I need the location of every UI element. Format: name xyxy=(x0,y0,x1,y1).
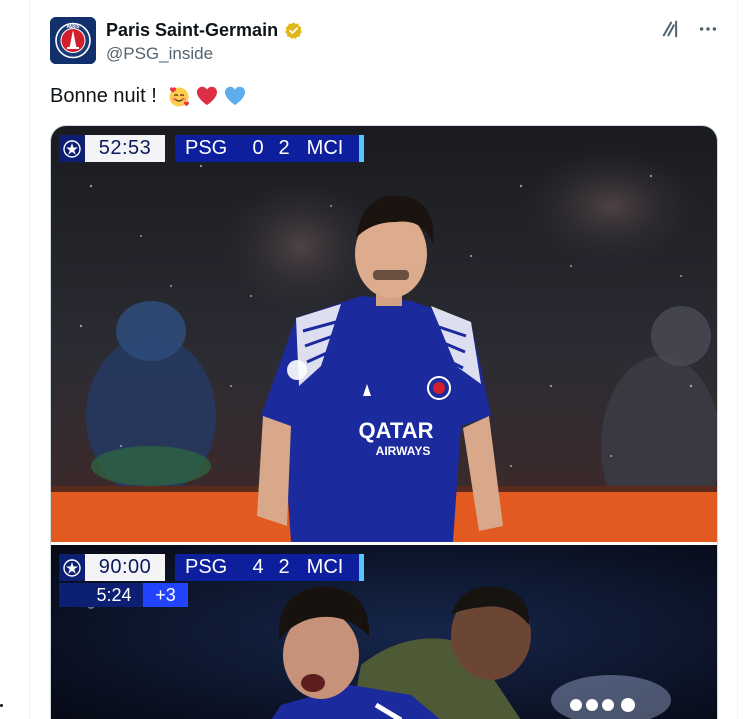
added-time: +3 xyxy=(143,583,188,607)
player-photo-scene: QATAR AIRWAYS xyxy=(51,126,717,542)
champions-league-icon xyxy=(59,554,85,581)
display-name[interactable]: Paris Saint-Germain xyxy=(106,20,278,41)
smiling-face-with-hearts-icon xyxy=(169,87,189,107)
avatar[interactable]: PARIS xyxy=(50,17,96,64)
away-team: MCI xyxy=(306,137,344,159)
stoppage-elapsed: 5:24 xyxy=(85,583,143,607)
timeline-right-border xyxy=(737,0,738,719)
author-block: Paris Saint-Germain @PSG_inside xyxy=(106,19,303,64)
edge-dot xyxy=(0,704,3,707)
blue-heart-icon xyxy=(224,86,245,105)
score-bug-1: 52:53 PSG 0 2 MCI xyxy=(59,135,364,162)
away-score: 2 xyxy=(278,137,290,159)
tweet-actions xyxy=(661,18,719,40)
jersey-sponsor: QATAR xyxy=(359,418,434,443)
score-bug-2: 90:00 PSG 4 2 MCI xyxy=(59,554,364,581)
away-score: 2 xyxy=(278,556,290,578)
avatar-label: PARIS xyxy=(66,24,79,29)
grok-icon[interactable] xyxy=(661,18,683,40)
jersey-sponsor-sub: AIRWAYS xyxy=(376,444,431,458)
away-team: MCI xyxy=(306,556,344,578)
match-photo-2[interactable]: 90:00 PSG 4 2 MCI 5:24 +3 xyxy=(51,545,717,719)
scoreline: PSG 0 2 MCI xyxy=(175,135,359,162)
home-team: PSG xyxy=(185,556,228,578)
tweet-text-content: Bonne nuit ! xyxy=(50,84,157,107)
home-score: 0 xyxy=(252,137,264,159)
verified-badge-icon[interactable] xyxy=(284,21,303,40)
handle[interactable]: @PSG_inside xyxy=(106,44,303,64)
media-container: QATAR AIRWAYS 52:53 PSG 0 2 MCI 90:00 PS… xyxy=(50,125,718,719)
match-photo-1[interactable]: QATAR AIRWAYS 52:53 PSG 0 2 MCI xyxy=(51,126,717,542)
match-clock: 52:53 xyxy=(85,135,165,162)
stoppage-time-bar: 5:24 +3 xyxy=(59,583,188,607)
match-clock: 90:00 xyxy=(85,554,165,581)
champions-league-icon xyxy=(59,135,85,162)
home-score: 4 xyxy=(252,556,264,578)
scoreline: PSG 4 2 MCI xyxy=(175,554,359,581)
red-heart-icon xyxy=(196,86,217,105)
tweet-text: Bonne nuit ! xyxy=(50,84,247,108)
psg-crest-icon: PARIS xyxy=(50,17,96,64)
home-team: PSG xyxy=(185,137,228,159)
more-options-icon[interactable] xyxy=(697,18,719,40)
tweet[interactable]: PARIS Paris Saint-Germain @PSG_inside Bo… xyxy=(30,0,737,719)
